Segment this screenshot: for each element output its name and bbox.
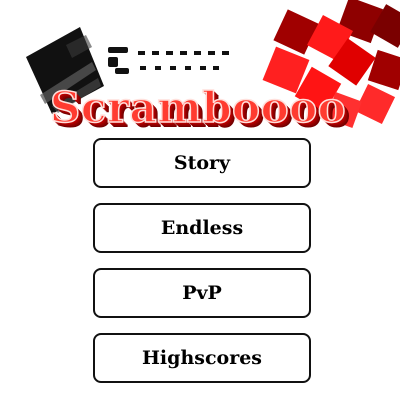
title-screen: Scramboooo Story Endless PvP Highscores <box>0 0 400 400</box>
dotted-trail-icon <box>108 47 229 74</box>
highscores-button[interactable]: Highscores <box>93 333 311 383</box>
main-menu: Story Endless PvP Highscores <box>93 138 311 398</box>
endless-button[interactable]: Endless <box>93 203 311 253</box>
game-title: Scramboooo <box>49 83 347 133</box>
pvp-button[interactable]: PvP <box>93 268 311 318</box>
story-button[interactable]: Story <box>93 138 311 188</box>
